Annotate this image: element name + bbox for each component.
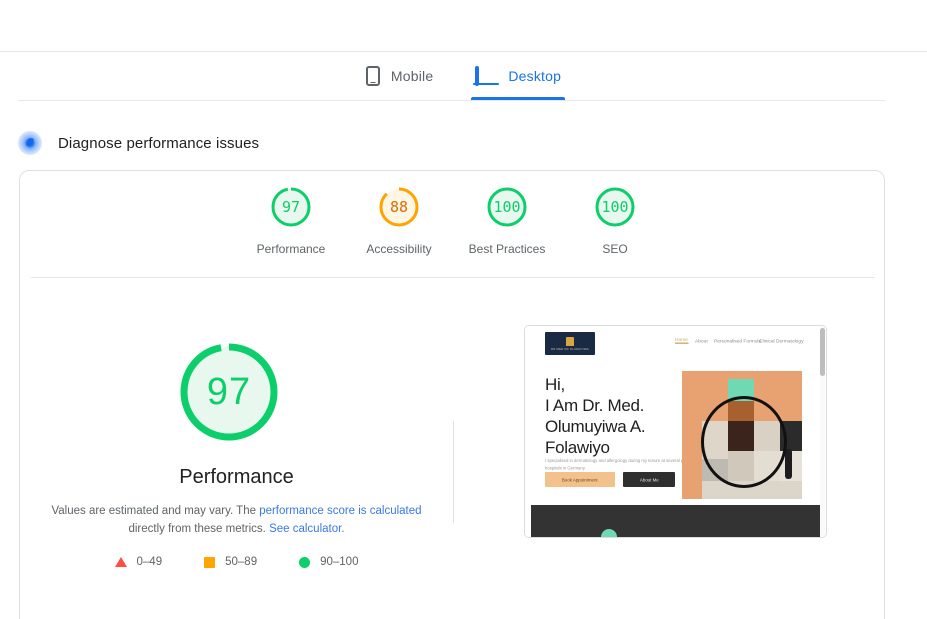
logo-mark-icon <box>566 336 574 346</box>
vertical-divider <box>453 421 454 523</box>
legend-label-high: 90–100 <box>320 556 359 568</box>
site-photo-circle-outline <box>701 396 787 488</box>
gauge-label-seo: SEO <box>602 242 628 256</box>
disclaimer-text-2: directly from these metrics. <box>128 523 270 535</box>
site-about-me-label: About Me <box>639 476 659 483</box>
disclaimer-text-1: Values are estimated and may vary. The <box>51 505 260 517</box>
main-score-value: 97 <box>206 370 252 413</box>
legend-label-low: 0–49 <box>136 556 163 568</box>
site-about-me-button: About Me <box>623 472 675 487</box>
thumbnail-scrollbar-thumb[interactable] <box>820 328 825 376</box>
gauge-performance[interactable]: 97 Performance <box>237 184 345 256</box>
page-screenshot-thumbnail[interactable]: DR MED DR OLUMUYIWA Home About Personali… <box>524 325 827 538</box>
lighthouse-spark-icon <box>18 131 42 155</box>
gauge-value-performance: 97 <box>281 198 301 216</box>
performance-score-link[interactable]: performance score is calculated <box>259 505 421 517</box>
gauge-label-accessibility: Accessibility <box>366 242 432 256</box>
site-nav: DR MED DR OLUMUYIWA Home About Personali… <box>525 326 826 359</box>
legend-item-medium: 50–89 <box>204 556 257 568</box>
tab-mobile[interactable]: Mobile <box>362 52 437 100</box>
legend-item-high: 90–100 <box>299 556 358 568</box>
pagespeed-report-page: Mobile Desktop Diagnose performance issu… <box>0 0 927 619</box>
card-body: 97 Performance Values are estimated and … <box>20 278 884 619</box>
tab-desktop-label: Desktop <box>508 68 562 84</box>
site-nav-item-about: About <box>694 337 708 344</box>
site-logo: DR MED DR OLUMUYIWA <box>545 332 595 355</box>
gauge-label-performance: Performance <box>256 242 326 256</box>
gauge-value-accessibility: 88 <box>389 198 409 216</box>
legend-item-low: 0–49 <box>114 556 163 568</box>
lighthouse-report-card: 97 Performance 88 Accessibility 100 Best… <box>19 170 885 619</box>
gauge-ring-seo: 100 <box>592 184 638 230</box>
score-legend: 0–49 50–89 90–100 <box>20 556 453 568</box>
see-calculator-link[interactable]: See calculator. <box>269 523 344 535</box>
tab-mobile-label: Mobile <box>390 68 434 84</box>
gauge-value-seo: 100 <box>601 198 629 216</box>
gauge-ring-best-practices: 100 <box>484 184 530 230</box>
site-logo-text: DR MED DR OLUMUYIWA <box>551 346 589 351</box>
circle-icon <box>299 556 311 568</box>
site-nav-item-home: Home <box>675 337 688 344</box>
legend-label-medium: 50–89 <box>225 556 258 568</box>
triangle-icon <box>114 557 127 567</box>
gauge-label-best-practices: Best Practices <box>468 242 546 256</box>
section-divider <box>18 100 885 101</box>
form-factor-tabs: Mobile Desktop <box>0 52 927 100</box>
gauge-ring-performance: 97 <box>268 184 314 230</box>
gauge-ring-accessibility: 88 <box>376 184 422 230</box>
gauge-accessibility[interactable]: 88 Accessibility <box>345 184 453 256</box>
gauge-seo[interactable]: 100 SEO <box>561 184 669 256</box>
site-book-appointment-button: Book Appointment <box>545 472 615 487</box>
desktop-icon <box>473 65 500 86</box>
gauge-best-practices[interactable]: 100 Best Practices <box>453 184 561 256</box>
mobile-icon <box>365 66 380 86</box>
site-nav-item-clinical-dermatology: Clinical Dermatology <box>758 337 804 344</box>
site-book-appointment-label: Book Appointment <box>562 476 598 483</box>
site-footer-blob <box>601 529 617 537</box>
score-disclaimer: Values are estimated and may vary. The p… <box>48 502 425 538</box>
tab-desktop[interactable]: Desktop <box>471 52 566 100</box>
category-score-gauges: 97 Performance 88 Accessibility 100 Best… <box>20 184 884 256</box>
site-preview: DR MED DR OLUMUYIWA Home About Personali… <box>525 326 826 537</box>
site-nav-item-personalised-formula: Personalised Formula <box>714 337 762 344</box>
square-icon <box>204 556 216 568</box>
site-button-row: Book Appointment About Me <box>545 472 675 487</box>
diagnose-header: Diagnose performance issues <box>18 131 259 155</box>
site-nav-links: Home About Personalised Formula Clinical… <box>675 337 803 344</box>
main-score-panel: 97 Performance Values are estimated and … <box>20 278 453 619</box>
main-score-label: Performance <box>179 466 294 488</box>
site-footer-band <box>531 505 822 537</box>
gauge-value-best-practices: 100 <box>493 198 521 216</box>
page-title: Diagnose performance issues <box>58 134 260 152</box>
